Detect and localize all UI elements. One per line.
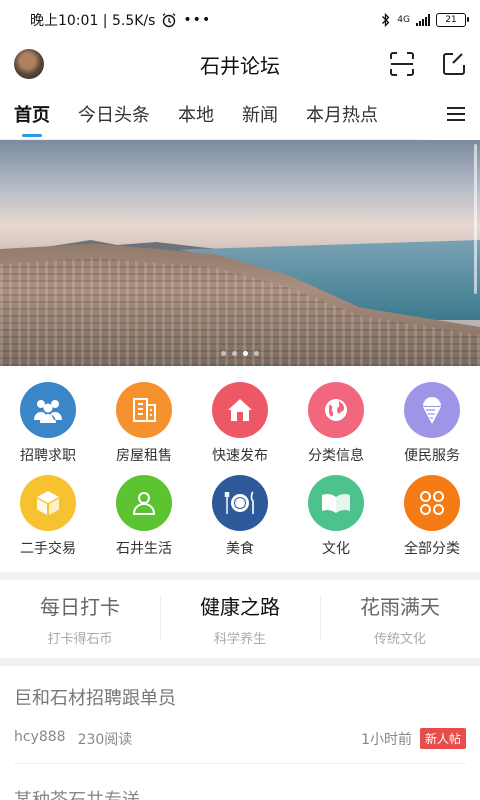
carousel-dot — [254, 351, 259, 356]
carousel-dot — [221, 351, 226, 356]
people-icon — [20, 382, 76, 438]
section-divider — [0, 572, 480, 580]
carousel-dot — [232, 351, 237, 356]
post-item[interactable]: 巨和石材招聘跟单员 hcy888 230阅读 1小时前 新人帖 — [0, 666, 480, 764]
bluetooth-icon — [382, 12, 390, 28]
category-label: 二手交易 — [20, 541, 76, 557]
signal-icon — [416, 14, 430, 26]
book-icon — [308, 475, 364, 531]
tab-menu-button[interactable] — [432, 88, 480, 140]
house-icon — [212, 382, 268, 438]
building-icon — [116, 382, 172, 438]
category-services[interactable]: 便民服务 — [384, 382, 480, 465]
category-all[interactable]: 全部分类 — [384, 475, 480, 558]
scan-button[interactable] — [388, 50, 416, 78]
category-grid: 招聘求职 房屋租售 快速发布 分类信息 便民服务 二手交易 石井生活 美食 文化… — [0, 366, 480, 558]
post-meta: hcy888 230阅读 1小时前 新人帖 — [14, 728, 466, 764]
post-meta-right: 1小时前 新人帖 — [361, 728, 466, 749]
carousel-dots — [0, 351, 480, 356]
category-label: 便民服务 — [404, 448, 460, 464]
post-time: 1小时前 — [361, 731, 412, 748]
post-meta-left: hcy888 230阅读 — [14, 729, 132, 749]
topic-health[interactable]: 健康之路 科学养生 — [160, 591, 320, 647]
banner-carousel[interactable] — [0, 140, 480, 366]
battery-icon: 21 — [436, 13, 469, 27]
topic-daily-checkin[interactable]: 每日打卡 打卡得石币 — [0, 591, 160, 647]
topic-strip: 每日打卡 打卡得石币 健康之路 科学养生 花雨满天 传统文化 — [0, 580, 480, 658]
person-icon — [116, 475, 172, 531]
topic-title: 花雨满天 — [360, 595, 440, 619]
topic-title: 健康之路 — [200, 595, 280, 619]
category-life[interactable]: 石井生活 — [96, 475, 192, 558]
scrollbar — [474, 144, 477, 294]
category-label: 分类信息 — [308, 448, 364, 464]
carousel-dot-active — [243, 351, 248, 356]
topic-subtitle: 科学养生 — [213, 632, 266, 647]
topic-title: 每日打卡 — [40, 595, 120, 619]
topic-culture[interactable]: 花雨满天 传统文化 — [320, 591, 480, 647]
avatar[interactable] — [14, 49, 44, 79]
new-user-badge: 新人帖 — [419, 728, 466, 749]
status-bar: 晚上10:01 | 5.5K/s ••• 4G 21 — [0, 0, 480, 40]
category-classifieds[interactable]: 分类信息 — [288, 382, 384, 465]
topic-subtitle: 传统文化 — [373, 632, 426, 647]
category-housing[interactable]: 房屋租售 — [96, 382, 192, 465]
category-quick-post[interactable]: 快速发布 — [192, 382, 288, 465]
app-header: 石井论坛 — [0, 40, 480, 88]
section-divider — [0, 658, 480, 666]
category-label: 美食 — [226, 541, 254, 557]
network-type: 4G — [397, 15, 410, 25]
compose-button[interactable] — [440, 50, 468, 78]
globe-icon — [308, 382, 364, 438]
menu-icon — [447, 107, 465, 121]
tab-headlines[interactable]: 今日头条 — [78, 101, 150, 127]
post-reads: 230阅读 — [77, 731, 133, 748]
tab-news[interactable]: 新闻 — [242, 101, 278, 127]
status-time-speed: 晚上10:01 | 5.5K/s — [30, 13, 156, 29]
tab-monthly-hot[interactable]: 本月热点 — [306, 101, 378, 127]
header-actions — [388, 50, 468, 78]
battery-level: 21 — [445, 15, 457, 25]
category-label: 石井生活 — [116, 541, 172, 557]
category-label: 全部分类 — [404, 541, 460, 557]
tab-local[interactable]: 本地 — [178, 101, 214, 127]
tab-home[interactable]: 首页 — [14, 101, 50, 137]
status-left: 晚上10:01 | 5.5K/s ••• — [30, 10, 211, 30]
grid-icon — [404, 475, 460, 531]
edit-icon — [443, 53, 465, 75]
icecream-icon — [404, 382, 460, 438]
scan-icon — [390, 52, 414, 76]
category-food[interactable]: 美食 — [192, 475, 288, 558]
category-secondhand[interactable]: 二手交易 — [0, 475, 96, 558]
post-author[interactable]: hcy888 — [14, 729, 66, 749]
plate-icon — [212, 475, 268, 531]
post-item[interactable]: 某种茶石井专送 — [0, 764, 480, 800]
category-jobs[interactable]: 招聘求职 — [0, 382, 96, 465]
category-label: 房屋租售 — [116, 448, 172, 464]
category-culture[interactable]: 文化 — [288, 475, 384, 558]
category-label: 文化 — [322, 541, 350, 557]
post-title: 某种茶石井专送 — [14, 786, 466, 800]
category-label: 快速发布 — [212, 448, 268, 464]
category-label: 招聘求职 — [20, 448, 76, 464]
post-title: 巨和石材招聘跟单员 — [14, 688, 176, 709]
more-dots-icon: ••• — [183, 12, 212, 28]
box-icon — [20, 475, 76, 531]
topic-subtitle: 打卡得石币 — [47, 632, 113, 647]
tab-bar: 首页 今日头条 本地 新闻 本月热点 — [0, 88, 480, 140]
status-right: 4G 21 — [381, 12, 469, 28]
alarm-icon — [162, 13, 176, 28]
